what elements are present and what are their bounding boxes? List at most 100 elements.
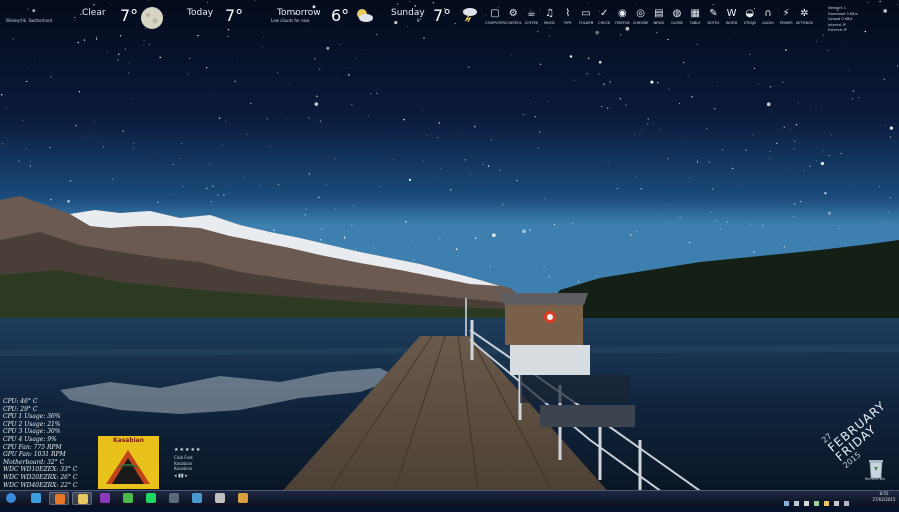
star [490,139,492,141]
star [897,65,899,67]
launcher-item-settings[interactable]: ✲ SETTINGS [796,8,813,28]
star [733,32,735,34]
taskbar-photos[interactable] [187,492,207,505]
star [625,104,627,106]
hardware-line: CPU 4 Usage: 9% [3,435,57,443]
star [362,49,364,51]
taskbar-firefox[interactable] [49,492,69,505]
star [823,151,824,153]
launcher-item-control[interactable]: ⚙ CONTROL [505,8,522,28]
launcher-item-coffee[interactable]: ☕ COFFEE [523,8,539,28]
star [824,192,827,195]
star [708,161,711,163]
star [93,121,95,122]
star [308,117,310,119]
launcher-item-music[interactable]: ♫ MUSIC [542,8,558,28]
recycle-bin-label[interactable]: Recycle Bin [860,477,890,481]
star [29,165,31,167]
taskbar-explorer[interactable] [72,492,92,505]
launcher-item-notes[interactable]: ✎ NOTES [705,8,721,28]
cup-icon: ☕ [526,8,536,19]
star [803,170,805,171]
launcher-item-pipe[interactable]: ⌇ PIPE [560,8,576,28]
launcher-item-globe[interactable]: ◍ GLOBE [669,8,685,28]
star [711,188,714,190]
star [393,159,395,161]
star [800,200,802,203]
weather-sunday-label: Sunday [391,8,425,18]
spotify-icon [146,493,156,503]
weather-tomorrow-temp: 6° [331,6,350,25]
album-art[interactable]: Kasabian [98,436,159,489]
star [879,0,881,3]
launcher-item-label: SETTINGS [795,21,813,25]
star [785,49,787,51]
launcher-item-chrome[interactable]: ◎ CHROME [633,8,649,28]
star [619,97,622,100]
steam-icon: ◒ [745,8,755,19]
taskbar-onenote[interactable] [95,492,115,505]
launcher-item-power[interactable]: ⚡ POWER [778,8,794,28]
star [749,53,751,56]
taskbar-steam[interactable] [164,492,184,505]
star [839,228,841,230]
star [413,259,415,261]
star [482,163,484,166]
star [205,187,208,190]
star [820,161,825,166]
star [782,81,784,83]
star [548,35,550,37]
launcher-item-audio[interactable]: ∩ AUDIO [760,8,776,28]
launcher-item-word[interactable]: W WORD [724,8,740,28]
weather-sunday[interactable]: Sunday 8° 7° [385,3,485,29]
star [0,93,3,96]
star [474,125,476,128]
launcher-item-steam[interactable]: ◒ STEAM [742,8,758,28]
star [103,146,105,148]
track-line: Club Foot [174,455,193,460]
star [883,9,887,13]
launcher-item-folder[interactable]: ▭ FOLDER [578,8,594,28]
taskbar-spotify[interactable] [141,492,161,505]
taskbar-start[interactable] [1,492,21,505]
star [2,143,4,145]
weather-today[interactable]: Today 7° [180,3,250,29]
star [681,195,683,197]
star [537,30,539,33]
star [716,86,718,87]
star [753,68,755,70]
launcher-item-news[interactable]: ▤ NEWS [651,8,667,28]
system-tray[interactable] [780,493,860,506]
launcher-item-computer[interactable]: ▢ COMPUTER [485,8,505,28]
star [180,143,182,145]
star [609,81,611,83]
launcher-item-table[interactable]: ▦ TABLE [687,8,703,28]
star [326,46,330,50]
launcher-item-check[interactable]: ✓ CHECK [596,8,612,28]
taskbar-tools[interactable] [233,492,253,505]
star [769,150,771,153]
track-rating[interactable]: ★★★★★ [174,447,201,453]
star [656,214,657,216]
star [571,222,574,224]
star [132,148,134,150]
star [455,248,458,250]
weather-tomorrow[interactable]: Tomorrow Low clouds for now 6° [268,3,378,29]
star [696,43,698,46]
taskbar-sync[interactable] [118,492,138,505]
star [368,115,370,117]
launcher-item-firefox[interactable]: ◉ FIREFOX [614,8,630,28]
taskbar-media[interactable] [210,492,230,505]
star [25,148,27,150]
star [106,51,108,53]
star [742,185,744,187]
taskbar-ie[interactable] [26,492,46,505]
playback-controls[interactable]: ◂ ▮▮ ▸ [174,473,188,479]
headphones-icon: ∩ [764,8,772,19]
star [208,163,210,165]
taskbar-clock[interactable]: 8:55 27/02/2015 [870,491,898,503]
star [376,92,378,94]
star [712,4,714,6]
weather-current[interactable]: Wieleyrtik, Switzerland Clear 7° [0,3,170,29]
star [124,48,126,50]
